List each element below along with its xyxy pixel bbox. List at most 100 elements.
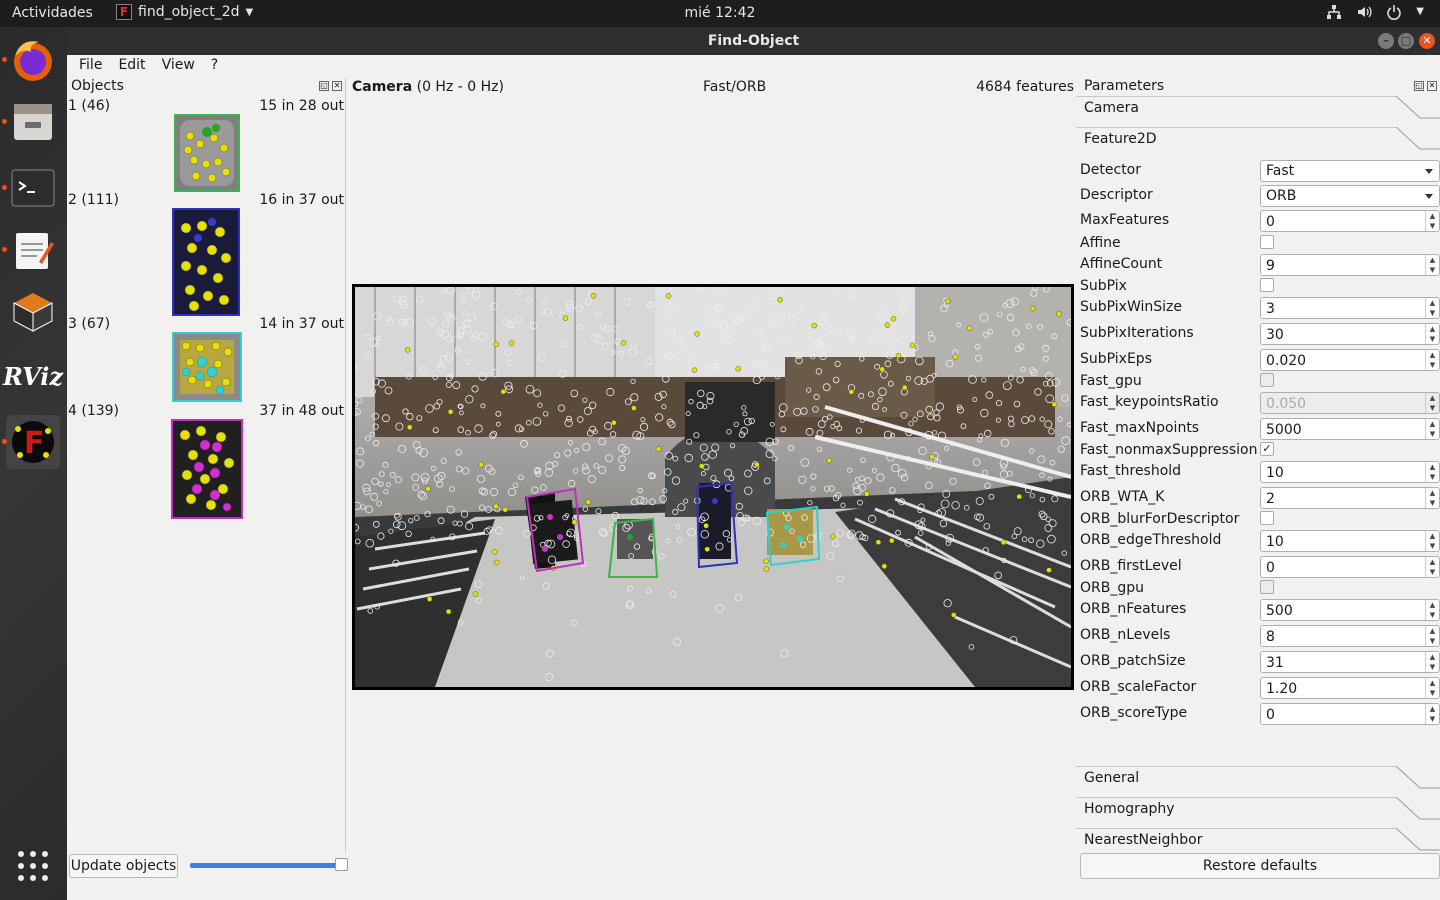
system-tray[interactable]: ▼ bbox=[1326, 4, 1424, 24]
app-menu[interactable]: F find_object_2d ▼ bbox=[116, 4, 253, 20]
section-camera[interactable]: Camera bbox=[1076, 96, 1440, 127]
param-row-subpixeps: SubPixEps 0.020 ▲ ▼ bbox=[1076, 349, 1440, 371]
spin-arrows-icon[interactable]: ▲ ▼ bbox=[1425, 298, 1439, 318]
objects-panel: Objects ◱ ✕ 1 (46) 15 in 28 out 2 (111) … bbox=[67, 78, 346, 853]
matched-keypoint-marker bbox=[491, 549, 498, 555]
app-grid-icon[interactable] bbox=[6, 839, 60, 893]
object-label: 1 (46) bbox=[68, 98, 111, 114]
spin-arrows-icon[interactable]: ▲ ▼ bbox=[1425, 393, 1439, 413]
param-spinbox[interactable]: 10 ▲ ▼ bbox=[1260, 461, 1440, 483]
spin-arrows-icon[interactable]: ▲ ▼ bbox=[1425, 678, 1439, 698]
spin-value: 3 bbox=[1266, 301, 1275, 317]
spin-arrows-icon[interactable]: ▲ ▼ bbox=[1425, 211, 1439, 231]
menu-edit[interactable]: Edit bbox=[110, 55, 153, 77]
menu-help[interactable]: ? bbox=[203, 55, 226, 77]
spin-arrows-icon[interactable]: ▲ ▼ bbox=[1425, 419, 1439, 439]
close-panel-icon[interactable]: ✕ bbox=[332, 81, 342, 91]
float-panel-icon[interactable]: ◱ bbox=[1414, 81, 1424, 91]
param-checkbox bbox=[1260, 373, 1274, 387]
close-panel-icon[interactable]: ✕ bbox=[1427, 81, 1437, 91]
param-checkbox[interactable]: ✓ bbox=[1260, 442, 1274, 456]
firefox-icon[interactable] bbox=[2, 33, 60, 87]
param-combo[interactable]: Fast bbox=[1260, 160, 1440, 182]
spin-arrows-icon[interactable]: ▲ ▼ bbox=[1425, 350, 1439, 370]
files-icon[interactable] bbox=[2, 95, 60, 149]
window-title-bar[interactable]: Find-Object – □ ✕ bbox=[67, 27, 1440, 55]
param-spinbox[interactable]: 9 ▲ ▼ bbox=[1260, 254, 1440, 276]
object-thumbnail bbox=[174, 114, 240, 192]
volume-icon bbox=[1356, 4, 1372, 24]
spin-arrows-icon[interactable]: ▲ ▼ bbox=[1425, 324, 1439, 344]
spin-arrows-icon[interactable]: ▲ ▼ bbox=[1425, 255, 1439, 275]
param-spinbox[interactable]: 3 ▲ ▼ bbox=[1260, 297, 1440, 319]
top-bar: Actividades F find_object_2d ▼ mié 12:42… bbox=[0, 0, 1440, 27]
param-spinbox[interactable]: 0 ▲ ▼ bbox=[1260, 556, 1440, 578]
param-checkbox[interactable] bbox=[1260, 278, 1274, 292]
matched-keypoint-marker bbox=[879, 366, 885, 373]
param-row-orb-nlevels: ORB_nLevels 8 ▲ ▼ bbox=[1076, 625, 1440, 647]
matched-keypoint-marker bbox=[405, 347, 411, 353]
maximize-button[interactable]: □ bbox=[1398, 33, 1414, 49]
param-spinbox[interactable]: 2 ▲ ▼ bbox=[1260, 487, 1440, 509]
param-row-orb-nfeatures: ORB_nFeatures 500 ▲ ▼ bbox=[1076, 599, 1440, 621]
spin-value: 10 bbox=[1266, 534, 1284, 550]
param-spinbox[interactable]: 31 ▲ ▼ bbox=[1260, 651, 1440, 673]
spin-arrows-icon[interactable]: ▲ ▼ bbox=[1425, 626, 1439, 646]
param-spinbox[interactable]: 1.20 ▲ ▼ bbox=[1260, 677, 1440, 699]
section-general[interactable]: General bbox=[1076, 766, 1440, 797]
update-objects-button[interactable]: Update objects bbox=[69, 854, 178, 878]
spin-arrows-icon[interactable]: ▲ ▼ bbox=[1425, 462, 1439, 482]
param-spinbox[interactable]: 30 ▲ ▼ bbox=[1260, 323, 1440, 345]
param-row-fast-keypointsratio: Fast_keypointsRatio 0.050 ▲ ▼ bbox=[1076, 392, 1440, 414]
param-checkbox[interactable] bbox=[1260, 511, 1274, 525]
param-spinbox[interactable]: 8 ▲ ▼ bbox=[1260, 625, 1440, 647]
spin-arrows-icon[interactable]: ▲ ▼ bbox=[1425, 704, 1439, 724]
terminal-icon[interactable] bbox=[2, 161, 60, 215]
section-homography[interactable]: Homography bbox=[1076, 797, 1440, 828]
menu-file[interactable]: File bbox=[71, 55, 110, 77]
find-object-icon[interactable]: F bbox=[2, 415, 60, 469]
param-combo[interactable]: ORB bbox=[1260, 185, 1440, 207]
param-spinbox[interactable]: 10 ▲ ▼ bbox=[1260, 530, 1440, 552]
param-name: ORB_nFeatures bbox=[1080, 601, 1187, 617]
minimize-button[interactable]: – bbox=[1378, 33, 1394, 49]
param-spinbox[interactable]: 0 ▲ ▼ bbox=[1260, 703, 1440, 725]
matched-keypoint-marker bbox=[1051, 401, 1057, 408]
spin-arrows-icon[interactable]: ▲ ▼ bbox=[1425, 557, 1439, 577]
spin-arrows-icon[interactable]: ▲ ▼ bbox=[1425, 488, 1439, 508]
combo-value: ORB bbox=[1266, 188, 1297, 204]
menu-view[interactable]: View bbox=[154, 55, 203, 77]
param-row-descriptor: Descriptor ORB bbox=[1076, 185, 1440, 207]
param-spinbox[interactable]: 5000 ▲ ▼ bbox=[1260, 418, 1440, 440]
spin-arrows-icon[interactable]: ▲ ▼ bbox=[1425, 600, 1439, 620]
float-panel-icon[interactable]: ◱ bbox=[319, 81, 329, 91]
spin-arrows-icon[interactable]: ▲ ▼ bbox=[1425, 531, 1439, 551]
objects-bottom-bar: Update objects bbox=[67, 853, 1076, 878]
close-button[interactable]: ✕ bbox=[1419, 33, 1435, 49]
param-spinbox[interactable]: 0.020 ▲ ▼ bbox=[1260, 349, 1440, 371]
matched-keypoint-marker bbox=[1016, 493, 1022, 500]
camera-image[interactable] bbox=[352, 284, 1074, 690]
virtualbox-icon[interactable] bbox=[6, 285, 60, 339]
matched-keypoint-marker bbox=[811, 322, 817, 329]
rviz-icon[interactable]: RViz bbox=[3, 349, 63, 403]
param-row-orb-wta-k: ORB_WTA_K 2 ▲ ▼ bbox=[1076, 487, 1440, 509]
param-checkbox[interactable] bbox=[1260, 235, 1274, 249]
param-spinbox[interactable]: 0 ▲ ▼ bbox=[1260, 210, 1440, 232]
svg-text:F: F bbox=[24, 426, 45, 461]
matched-keypoint-marker bbox=[881, 563, 887, 569]
param-spinbox[interactable]: 500 ▲ ▼ bbox=[1260, 599, 1440, 621]
text-editor-icon[interactable] bbox=[2, 223, 60, 277]
param-name: Fast_maxNpoints bbox=[1080, 420, 1200, 436]
section-feature2d[interactable]: Feature2D bbox=[1076, 127, 1440, 158]
activities-button[interactable]: Actividades bbox=[12, 5, 93, 21]
matched-keypoint-marker bbox=[493, 341, 500, 347]
find-object-app-icon: F bbox=[116, 4, 132, 20]
restore-defaults-button[interactable]: Restore defaults bbox=[1080, 853, 1440, 879]
matched-keypoint-marker bbox=[754, 461, 760, 468]
objects-panel-title: Objects bbox=[71, 78, 124, 94]
spin-arrows-icon[interactable]: ▲ ▼ bbox=[1425, 652, 1439, 672]
objects-size-slider[interactable] bbox=[190, 858, 348, 871]
matched-keypoint-marker bbox=[777, 297, 783, 303]
slider-handle[interactable] bbox=[335, 858, 348, 871]
